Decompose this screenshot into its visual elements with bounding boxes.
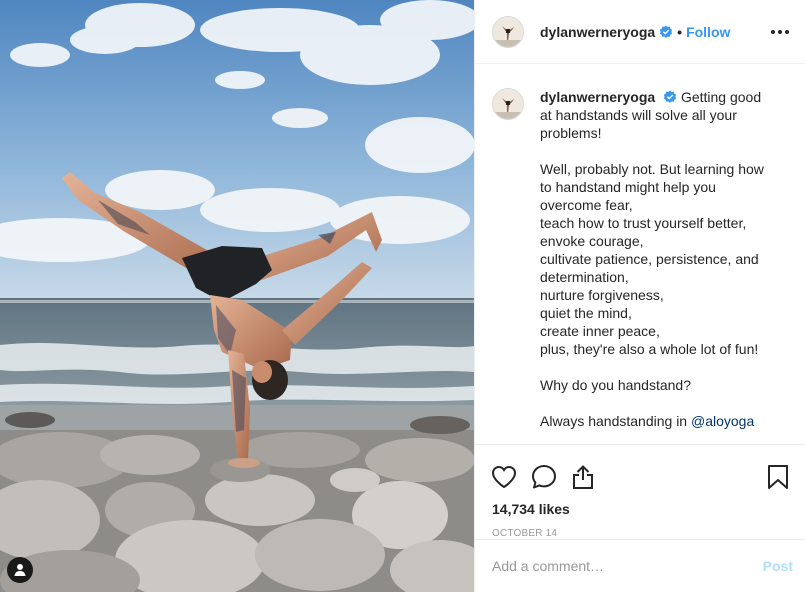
avatar-image — [493, 16, 523, 47]
comment-button[interactable] — [531, 464, 557, 490]
header-username[interactable]: dylanwerneryoga — [540, 24, 655, 40]
post-header: dylanwerneryoga • Follow — [475, 0, 805, 64]
like-button[interactable] — [491, 465, 517, 489]
comment-input[interactable] — [492, 558, 763, 574]
verified-badge-icon — [663, 90, 677, 103]
heart-icon — [491, 465, 517, 489]
caption-closing: Always handstanding in @aloyoga — [540, 412, 776, 430]
separator-dot: • — [677, 23, 683, 40]
caption-question: Why do you handstand? — [540, 377, 691, 393]
instagram-post: dylanwerneryoga • Follow dylanwerneryoga… — [0, 0, 805, 592]
follow-button[interactable]: Follow — [686, 24, 730, 40]
caption-avatar[interactable] — [492, 88, 524, 120]
action-bar — [475, 445, 805, 497]
post-details-panel: dylanwerneryoga • Follow dylanwerneryoga… — [474, 0, 805, 592]
share-button[interactable] — [571, 464, 595, 490]
mention-link[interactable]: @aloyoga — [691, 413, 754, 429]
bookmark-icon — [768, 465, 788, 489]
caption-area: dylanwerneryoga Getting good at handstan… — [475, 64, 805, 444]
post-comment-button[interactable]: Post — [763, 558, 793, 574]
handstand-beach-photo — [0, 0, 474, 592]
post-photo[interactable] — [0, 0, 474, 592]
avatar[interactable] — [492, 15, 524, 48]
verified-badge-icon — [660, 25, 673, 38]
post-actions-section: 14,734 likes October 14 — [475, 444, 805, 539]
save-button[interactable] — [767, 464, 789, 490]
caption-body: Well, probably not. But learning how to … — [540, 161, 764, 357]
caption-text: dylanwerneryoga Getting good at handstan… — [540, 88, 776, 444]
comment-bubble-icon — [532, 465, 556, 489]
share-icon — [573, 465, 593, 489]
caption-closing-text: Always handstanding in — [540, 413, 691, 429]
more-options-icon[interactable] — [771, 29, 789, 34]
likes-count[interactable]: 14,734 likes — [475, 497, 805, 517]
add-comment-bar: Post — [475, 539, 805, 592]
user-tag-button[interactable] — [7, 557, 33, 583]
avatar-image — [493, 89, 523, 119]
user-tag-icon — [14, 564, 26, 576]
post-date[interactable]: October 14 — [475, 517, 805, 539]
caption-username[interactable]: dylanwerneryoga — [540, 89, 655, 105]
